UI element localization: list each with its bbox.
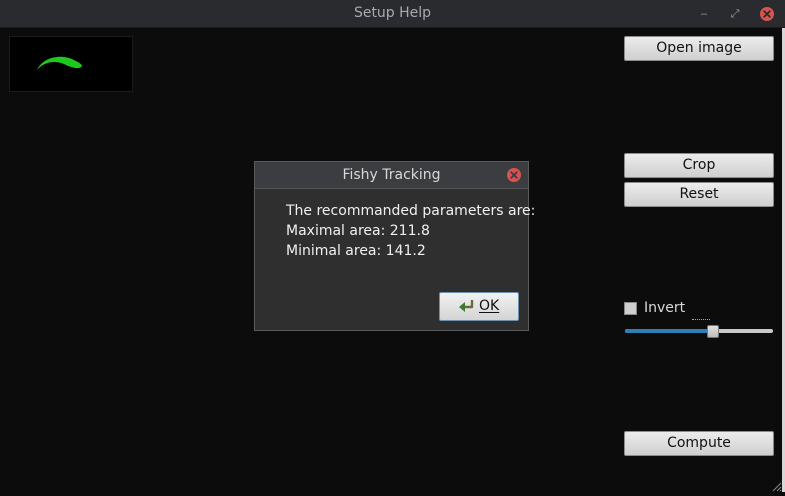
threshold-slider[interactable] — [624, 319, 774, 342]
compute-button[interactable]: Compute — [624, 431, 774, 456]
crop-button[interactable]: Crop — [624, 153, 774, 178]
maximize-icon[interactable]: ⤢ — [727, 6, 743, 22]
resize-grip-icon[interactable] — [772, 480, 782, 492]
ok-check-icon — [458, 298, 475, 318]
dialog-titlebar: Fishy Tracking — [255, 162, 528, 189]
fishy-tracking-dialog: Fishy Tracking The recommanded parameter… — [254, 161, 535, 331]
close-icon[interactable] — [759, 6, 775, 22]
ok-button-label: OK — [479, 298, 500, 314]
window-title: Setup Help — [353, 5, 432, 21]
dialog-message-line: Maximal area: 211.8 — [286, 223, 430, 239]
image-preview — [9, 36, 133, 92]
dialog-message: The recommanded parameters are: Maximal … — [286, 201, 535, 261]
minimize-icon[interactable]: ‒ — [696, 6, 712, 22]
slider-handle[interactable] — [707, 325, 719, 338]
ok-button[interactable]: OK — [439, 292, 519, 321]
slider-focus-dots — [692, 319, 710, 320]
dialog-close-icon[interactable] — [506, 167, 522, 183]
reset-button[interactable]: Reset — [624, 182, 774, 207]
window-titlebar: Setup Help ‒ ⤢ — [0, 0, 785, 28]
dialog-message-line: Minimal area: 141.2 — [286, 243, 426, 259]
invert-label: Invert — [644, 300, 686, 316]
dialog-message-line: The recommanded parameters are: — [286, 203, 536, 219]
invert-checkbox-box[interactable] — [624, 302, 637, 315]
dialog-title: Fishy Tracking — [342, 167, 441, 183]
open-image-button[interactable]: Open image — [624, 36, 774, 61]
fish-shape — [37, 56, 82, 70]
slider-fill — [625, 329, 714, 333]
